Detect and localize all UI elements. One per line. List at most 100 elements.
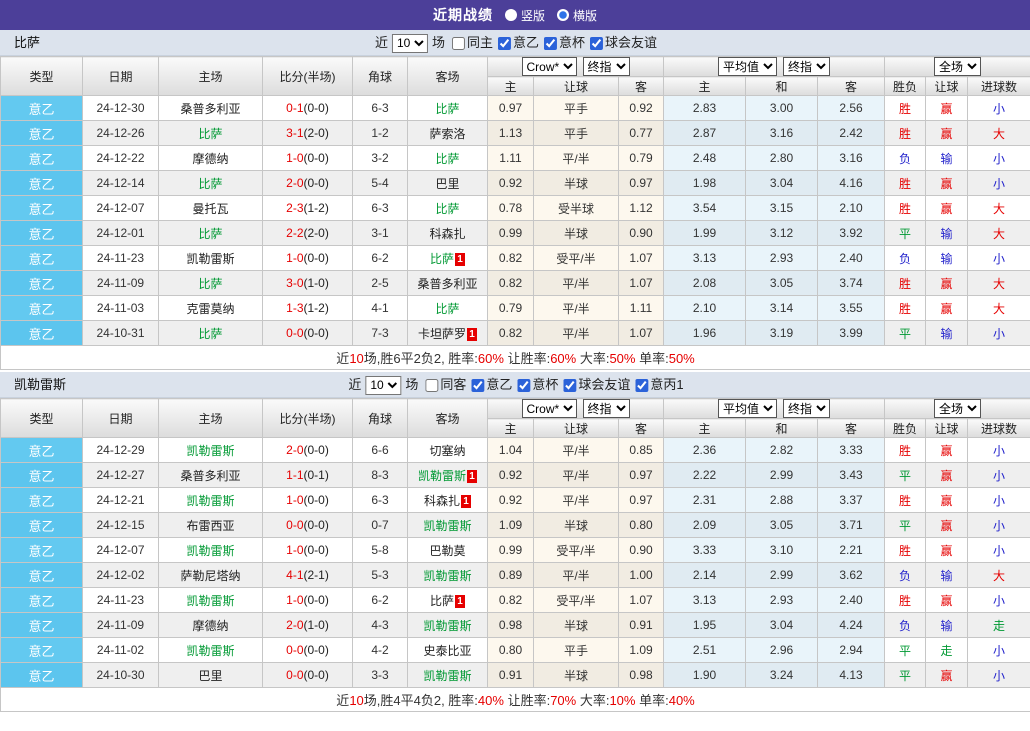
red-card-badge: 1 [461, 495, 471, 508]
sections-root: 比萨 近 10 场 同主 意乙意杯球会友谊 类型 [0, 30, 1030, 712]
league-filter: 意杯 [517, 372, 558, 398]
league-tag: 意乙 [1, 588, 83, 613]
summary-row: 近10场,胜6平2负2, 胜率:60% 让胜率:60% 大率:50% 单率:50… [1, 346, 1030, 370]
match-date: 24-12-15 [83, 513, 159, 538]
result-goals: 小 [968, 438, 1030, 463]
score-cell: 0-0(0-0) [263, 513, 353, 538]
average-select[interactable]: 平均值 [718, 399, 777, 418]
avg-home-odds: 2.14 [664, 563, 746, 588]
result-handicap: 走 [926, 638, 968, 663]
league-checkbox[interactable] [563, 379, 576, 392]
home-team-cell: 比萨 [159, 171, 263, 196]
near-label: 近 [348, 372, 361, 398]
home-team-cell: 凯勒雷斯 [159, 246, 263, 271]
avg-draw-odds: 2.99 [746, 463, 818, 488]
home-team-cell: 桑普多利亚 [159, 463, 263, 488]
team-link: 凯勒雷斯 [186, 252, 234, 266]
result-goals: 小 [968, 96, 1030, 121]
result-outcome: 胜 [885, 96, 926, 121]
result-outcome: 胜 [885, 171, 926, 196]
home-team-cell: 比萨 [159, 271, 263, 296]
result-outcome: 胜 [885, 488, 926, 513]
team-link: 凯勒雷斯 [186, 644, 234, 658]
match-count-select[interactable]: 10 [392, 34, 428, 53]
score-cell: 2-3(1-2) [263, 196, 353, 221]
league-tag: 意乙 [1, 121, 83, 146]
final-odds-select[interactable]: 终指 [583, 399, 630, 418]
league-tag: 意乙 [1, 221, 83, 246]
handicap-away-odds: 0.90 [619, 538, 664, 563]
avg-draw-odds: 3.19 [746, 321, 818, 346]
handicap-away-odds: 0.80 [619, 513, 664, 538]
league-checkbox[interactable] [498, 37, 511, 50]
team-link: 巴勒莫 [429, 544, 465, 558]
team-link: 比萨 [198, 227, 222, 241]
handicap-away-odds: 1.11 [619, 296, 664, 321]
avg-home-odds: 2.51 [664, 638, 746, 663]
league-checkbox[interactable] [471, 379, 484, 392]
league-filter: 意丙1 [635, 372, 683, 398]
result-goals: 小 [968, 146, 1030, 171]
home-team-cell: 桑普多利亚 [159, 96, 263, 121]
match-scope-select[interactable]: 全场 [934, 57, 981, 76]
result-outcome: 胜 [885, 121, 926, 146]
match-count-select[interactable]: 10 [365, 376, 401, 395]
away-team-cell: 史泰比亚 [408, 638, 488, 663]
handicap-away-odds: 1.12 [619, 196, 664, 221]
handicap-line: 半球 [534, 171, 619, 196]
league-checkbox[interactable] [517, 379, 530, 392]
bookmaker-select[interactable]: Crow* [522, 399, 577, 418]
team-name: 凯勒雷斯 [14, 372, 66, 398]
vertical-layout-radio[interactable] [505, 9, 517, 21]
corner-score: 2-5 [353, 271, 408, 296]
handicap-away-odds: 0.85 [619, 438, 664, 463]
col-header-type: 类型 [1, 57, 83, 96]
corner-score: 7-3 [353, 321, 408, 346]
match-scope-select[interactable]: 全场 [934, 399, 981, 418]
result-handicap: 输 [926, 613, 968, 638]
average-select[interactable]: 平均值 [718, 57, 777, 76]
result-handicap: 输 [926, 146, 968, 171]
matches-tbody: 意乙24-12-30桑普多利亚0-1(0-0)6-3比萨0.97平手0.922.… [1, 96, 1030, 346]
league-checkbox[interactable] [544, 37, 557, 50]
same-venue-checkbox[interactable] [425, 379, 438, 392]
away-team-cell: 萨索洛 [408, 121, 488, 146]
match-row: 意乙24-12-07凯勒雷斯1-0(0-0)5-8巴勒莫0.99受平/半0.90… [1, 538, 1030, 563]
corner-score: 3-1 [353, 221, 408, 246]
result-goals: 小 [968, 513, 1030, 538]
team-link: 凯勒雷斯 [186, 594, 234, 608]
handicap-line: 平/半 [534, 271, 619, 296]
score-cell: 3-1(2-0) [263, 121, 353, 146]
result-goals: 大 [968, 296, 1030, 321]
corner-score: 6-3 [353, 488, 408, 513]
league-checkbox[interactable] [635, 379, 648, 392]
same-venue-checkbox[interactable] [452, 37, 465, 50]
horizontal-layout-radio[interactable] [557, 9, 569, 21]
bookmaker-select[interactable]: Crow* [522, 57, 577, 76]
score-cell: 1-0(0-0) [263, 588, 353, 613]
team-link: 凯勒雷斯 [423, 519, 471, 533]
handicap-home-odds: 1.09 [488, 513, 534, 538]
team-link: 比萨 [435, 202, 459, 216]
league-checkbox[interactable] [590, 37, 603, 50]
score-cell: 3-0(1-0) [263, 271, 353, 296]
col-header-avg-away: 客 [818, 419, 885, 438]
result-goals: 小 [968, 663, 1030, 688]
away-team-cell: 卡坦萨罗1 [408, 321, 488, 346]
match-date: 24-12-27 [83, 463, 159, 488]
match-date: 24-11-02 [83, 638, 159, 663]
score-cell: 2-0(0-0) [263, 438, 353, 463]
team-link: 比萨 [430, 594, 454, 608]
final-odds-select-2[interactable]: 终指 [783, 399, 830, 418]
score-cell: 1-0(0-0) [263, 146, 353, 171]
match-date: 24-11-23 [83, 246, 159, 271]
league-label: 意丙1 [650, 372, 683, 398]
team-link: 巴里 [198, 669, 222, 683]
result-outcome: 平 [885, 638, 926, 663]
final-odds-select[interactable]: 终指 [583, 57, 630, 76]
league-tag: 意乙 [1, 613, 83, 638]
col-header-handicap-result: 让球 [926, 419, 968, 438]
handicap-home-odds: 0.92 [488, 488, 534, 513]
final-odds-select-2[interactable]: 终指 [783, 57, 830, 76]
team-link: 凯勒雷斯 [418, 469, 466, 483]
